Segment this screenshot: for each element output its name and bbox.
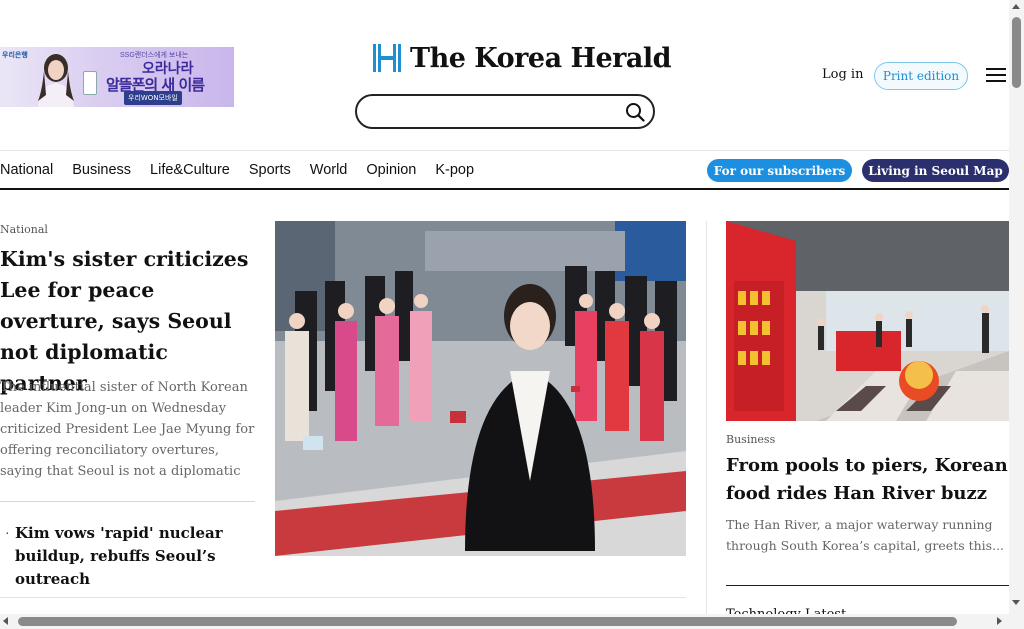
vertical-scroll-thumb[interactable] bbox=[1012, 17, 1021, 88]
search-box bbox=[355, 94, 655, 129]
nav-item-business[interactable]: Business bbox=[72, 160, 131, 182]
lead-headline[interactable]: Kim's sister criticizes Lee for peace ov… bbox=[0, 244, 258, 399]
lead-summary: The influential sister of North Korean l… bbox=[0, 380, 255, 479]
living-in-seoul-map-button[interactable]: Living in Seoul Map bbox=[862, 159, 1009, 182]
nav-item-opinion[interactable]: Opinion bbox=[366, 160, 416, 182]
ad-phone-icon bbox=[83, 71, 97, 95]
related-bullet: · bbox=[5, 527, 10, 542]
scrollbar-corner bbox=[1009, 614, 1024, 629]
nav-item-national[interactable]: National bbox=[0, 160, 53, 182]
nav-bottom-divider bbox=[0, 188, 1009, 190]
related-headline[interactable]: Kim vows 'rapid' nuclear buildup, rebuff… bbox=[15, 522, 260, 591]
horizontal-scroll-thumb[interactable] bbox=[18, 617, 957, 626]
scroll-right-arrow-icon[interactable] bbox=[997, 617, 1002, 625]
feature-photo-image bbox=[726, 221, 1009, 421]
ad-cta: 우리WON모바일 bbox=[124, 91, 182, 105]
nav-item-kpop[interactable]: K-pop bbox=[435, 160, 474, 182]
lead-category[interactable]: National bbox=[0, 223, 48, 236]
lead-divider bbox=[0, 501, 255, 502]
menu-line bbox=[986, 80, 1006, 82]
ad-model-image bbox=[38, 54, 74, 107]
print-edition-button[interactable]: Print edition bbox=[874, 62, 968, 90]
main-nav: National Business Life&Culture Sports Wo… bbox=[0, 160, 493, 182]
nav-item-sports[interactable]: Sports bbox=[249, 160, 291, 182]
site-logo[interactable]: The Korea Herald bbox=[372, 41, 672, 75]
scroll-down-arrow-icon[interactable] bbox=[1012, 600, 1020, 605]
feature-headline[interactable]: From pools to piers, Korean food rides H… bbox=[726, 452, 1009, 508]
content-divider bbox=[0, 597, 686, 598]
menu-line bbox=[986, 74, 1006, 76]
search-icon[interactable] bbox=[625, 102, 645, 122]
vertical-scrollbar[interactable] bbox=[1009, 0, 1024, 614]
nav-item-life-culture[interactable]: Life&Culture bbox=[150, 160, 230, 182]
lead-photo[interactable] bbox=[275, 221, 686, 556]
for-subscribers-button[interactable]: For our subscribers bbox=[707, 159, 852, 182]
hamburger-menu-icon[interactable] bbox=[986, 68, 1006, 84]
lead-photo-image bbox=[275, 221, 686, 556]
feature-category[interactable]: Business bbox=[726, 433, 775, 446]
nav-item-world[interactable]: World bbox=[310, 160, 348, 182]
korea-herald-h-icon bbox=[373, 44, 401, 72]
feature-summary: The Han River, a major waterway running … bbox=[726, 517, 1005, 553]
column-divider bbox=[706, 221, 707, 616]
login-link[interactable]: Log in bbox=[822, 67, 863, 82]
menu-line bbox=[986, 68, 1006, 70]
nav-top-divider bbox=[0, 150, 1009, 151]
ad-bank-logo: 우리은행 bbox=[2, 52, 28, 59]
feature-photo[interactable] bbox=[726, 221, 1009, 421]
search-input[interactable] bbox=[371, 96, 626, 127]
site-logo-text: The Korea Herald bbox=[410, 42, 672, 74]
ad-banner[interactable]: 우리은행 SSG랜더스에게 보내는 오라나라 알뜰폰의 새 이름 우리WON모바… bbox=[0, 47, 234, 107]
horizontal-scrollbar[interactable] bbox=[0, 614, 1009, 629]
scroll-up-arrow-icon[interactable] bbox=[1012, 4, 1020, 9]
scroll-left-arrow-icon[interactable] bbox=[3, 617, 8, 625]
feature-divider bbox=[726, 585, 1009, 586]
